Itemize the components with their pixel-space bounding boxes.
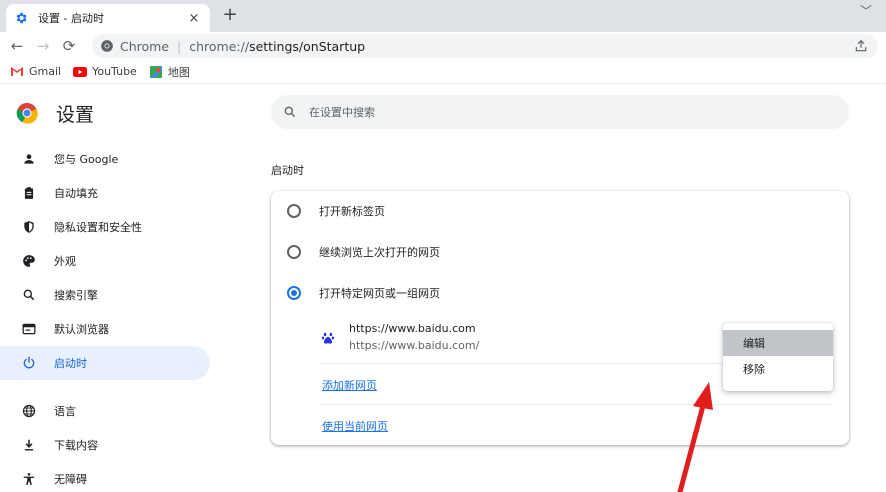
option-label: 打开新标签页	[319, 205, 385, 218]
sidebar-item-accessibility[interactable]: 无障碍	[0, 462, 210, 492]
context-menu: 编辑 移除	[723, 323, 833, 391]
sidebar-item-label: 语言	[54, 405, 76, 418]
sidebar-item-label: 默认浏览器	[54, 323, 109, 336]
download-icon	[22, 438, 36, 452]
address-bar[interactable]: Chrome | chrome://settings/onStartup	[92, 34, 878, 58]
share-icon[interactable]	[854, 39, 868, 53]
sidebar-item-label: 隐私设置和安全性	[54, 221, 142, 234]
sidebar-item-search-engine[interactable]: 搜索引擎	[0, 278, 210, 312]
tab-settings[interactable]: 设置 - 启动时 ×	[6, 4, 210, 32]
toolbar: ← → ⟳ Chrome | chrome://settings/onStart…	[0, 32, 886, 60]
back-button[interactable]: ←	[4, 34, 30, 58]
chrome-icon	[101, 40, 113, 52]
chrome-logo-icon	[16, 102, 38, 124]
youtube-icon	[73, 66, 88, 78]
bookmark-label: 地图	[167, 65, 190, 79]
sidebar-item-label: 下载内容	[54, 439, 98, 452]
new-tab-button[interactable]: +	[220, 5, 240, 25]
option-label: 打开特定网页或一组网页	[319, 287, 440, 300]
shield-icon	[22, 220, 36, 234]
browser-icon	[22, 322, 36, 336]
forward-button[interactable]: →	[30, 34, 56, 58]
startup-card: 打开新标签页 继续浏览上次打开的网页 打开特定网页或一组网页 https://w…	[271, 191, 849, 445]
url-scheme: chrome://	[189, 38, 250, 54]
sidebar-item-on-startup[interactable]: 启动时	[0, 346, 210, 380]
sidebar-item-autofill[interactable]: 自动填充	[0, 176, 210, 210]
site-label: Chrome	[120, 38, 170, 54]
close-icon[interactable]: ×	[186, 11, 202, 26]
gmail-icon	[10, 66, 24, 78]
bookmark-youtube[interactable]: YouTube	[73, 65, 137, 78]
sidebar-item-privacy[interactable]: 隐私设置和安全性	[0, 210, 210, 244]
maps-icon	[149, 65, 163, 78]
tab-strip: 设置 - 启动时 × + ﹀	[0, 0, 886, 32]
annotation-arrow	[677, 382, 713, 492]
globe-icon	[22, 404, 36, 418]
menu-item-edit[interactable]: 编辑	[723, 330, 833, 356]
use-current-pages-link[interactable]: 使用当前网页	[322, 418, 388, 434]
chevron-down-icon[interactable]: ﹀	[860, 2, 872, 19]
site-url: https://www.baidu.com/	[349, 339, 480, 352]
bookmark-maps[interactable]: 地图	[149, 64, 190, 80]
option-new-tab[interactable]: 打开新标签页	[287, 191, 385, 231]
clipboard-icon	[22, 186, 36, 200]
sidebar-item-default-browser[interactable]: 默认浏览器	[0, 312, 210, 346]
person-icon	[22, 152, 36, 166]
sidebar-item-label: 外观	[54, 255, 76, 268]
search-icon	[284, 106, 296, 118]
search-placeholder: 在设置中搜索	[309, 106, 375, 119]
tab-title: 设置 - 启动时	[38, 12, 104, 25]
site-name: https://www.baidu.com	[349, 322, 476, 335]
page-title: 设置	[56, 104, 95, 126]
sidebar-item-label: 您与 Google	[54, 153, 119, 166]
sidebar-item-label: 无障碍	[54, 473, 87, 486]
baidu-paw-icon	[321, 332, 335, 344]
bookmark-gmail[interactable]: Gmail	[10, 65, 61, 78]
radio-button[interactable]	[287, 245, 301, 259]
address-separator: |	[177, 38, 182, 54]
sidebar-item-languages[interactable]: 语言	[0, 394, 210, 428]
power-icon	[22, 356, 36, 370]
bookmark-label: YouTube	[92, 65, 137, 78]
option-continue[interactable]: 继续浏览上次打开的网页	[287, 232, 440, 272]
gear-icon	[16, 12, 27, 24]
section-title: 启动时	[271, 164, 304, 177]
bookmark-label: Gmail	[29, 65, 62, 78]
sidebar-item-label: 启动时	[54, 357, 87, 370]
option-label: 继续浏览上次打开的网页	[319, 246, 440, 259]
url-path: settings/onStartup	[249, 38, 366, 54]
bookmarks-bar: Gmail YouTube 地图	[0, 60, 886, 84]
radio-button[interactable]	[287, 204, 301, 218]
accessibility-icon	[22, 472, 36, 486]
palette-icon	[22, 254, 36, 268]
divider	[321, 404, 833, 405]
sidebar-item-appearance[interactable]: 外观	[0, 244, 210, 278]
settings-search-input[interactable]: 在设置中搜索	[271, 95, 849, 129]
radio-button-checked[interactable]	[287, 286, 301, 300]
sidebar-item-you-and-google[interactable]: 您与 Google	[0, 142, 210, 176]
sidebar-item-downloads[interactable]: 下载内容	[0, 428, 210, 462]
sidebar-item-label: 自动填充	[54, 187, 98, 200]
add-page-link[interactable]: 添加新网页	[322, 377, 377, 393]
option-specific-pages[interactable]: 打开特定网页或一组网页	[287, 273, 440, 313]
menu-item-remove[interactable]: 移除	[723, 356, 833, 382]
search-icon	[22, 288, 36, 302]
reload-button[interactable]: ⟳	[56, 34, 82, 58]
sidebar-item-label: 搜索引擎	[54, 289, 98, 302]
